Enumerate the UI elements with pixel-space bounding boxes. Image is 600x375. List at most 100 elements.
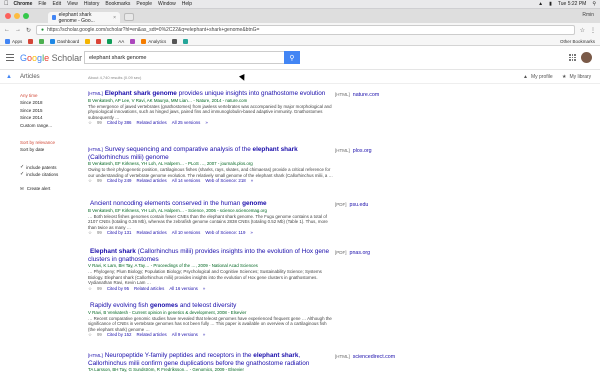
cite-quote-icon[interactable]: 99 [97, 230, 102, 236]
menu-file[interactable]: File [38, 1, 46, 7]
more-icon[interactable]: » [205, 120, 207, 126]
filter-any-time[interactable]: Any time [20, 92, 80, 99]
result-title[interactable]: Ancient noncoding elements conserved in … [88, 200, 333, 208]
cited-by-link[interactable]: Cited by 95 [107, 286, 129, 292]
side-link[interactable]: [PDF] psu.edu [335, 202, 368, 208]
apple-icon[interactable]:  [4, 1, 9, 7]
all-versions-link[interactable]: All 9 versions [172, 332, 198, 338]
cited-by-link[interactable]: Cited by 386 [107, 120, 132, 126]
cited-by-link[interactable]: Cited by 131 [107, 230, 132, 236]
bookmark-item[interactable] [85, 38, 91, 44]
other-bookmarks[interactable]: Other Bookmarks [560, 39, 595, 44]
spotlight-icon[interactable]: ⚲ [592, 1, 596, 7]
menu-window[interactable]: Window [158, 1, 176, 7]
zoom-window-icon[interactable] [23, 13, 29, 19]
menu-bookmarks[interactable]: Bookmarks [105, 1, 130, 7]
result-title[interactable]: [HTML] Survey sequencing and comparative … [88, 146, 333, 161]
filter-custom-range[interactable]: Custom range... [20, 122, 80, 129]
search-button[interactable]: ⚲ [284, 51, 300, 64]
filter-since-2014[interactable]: Since 2014 [20, 114, 80, 121]
address-bar[interactable]: ● https://scholar.google.com/scholar?hl=… [36, 25, 575, 35]
menu-history[interactable]: History [84, 1, 100, 7]
filter-since-2015[interactable]: Since 2015 [20, 107, 80, 114]
sort-relevance[interactable]: Sort by relevance [20, 139, 80, 146]
bookmark-apps[interactable]: Apps [5, 38, 22, 44]
browser-tab[interactable]: elephant shark genome - Goo... × [48, 12, 120, 24]
cited-by-link[interactable]: Cited by 152 [107, 332, 132, 338]
all-versions-link[interactable]: All 25 versions [172, 120, 201, 126]
cite-quote-icon[interactable]: 99 [97, 332, 102, 338]
menu-dots-icon[interactable]: ⋮ [590, 27, 596, 34]
save-star-icon[interactable]: ☆ [88, 178, 92, 184]
save-star-icon[interactable]: ☆ [88, 230, 92, 236]
cite-quote-icon[interactable]: 99 [97, 286, 102, 292]
web-of-science-link[interactable]: Web of Science: 119 [205, 230, 245, 236]
menu-people[interactable]: People [136, 1, 152, 7]
reload-icon[interactable]: ↻ [26, 27, 31, 34]
new-tab-button[interactable] [124, 13, 134, 21]
bookmark-item[interactable] [28, 38, 34, 44]
include-citations-checkbox[interactable]: ✓ include citations [20, 171, 80, 178]
forward-icon[interactable]: → [15, 27, 21, 33]
close-window-icon[interactable] [5, 13, 11, 19]
result-title[interactable]: Elephant shark (Callorhinchus milii) pro… [88, 248, 333, 263]
bookmark-item[interactable] [39, 38, 45, 44]
my-profile-link[interactable]: ▲ My profile [523, 74, 553, 80]
bookmark-item[interactable] [107, 38, 113, 44]
hamburger-menu-icon[interactable] [6, 54, 14, 61]
web-of-science-link[interactable]: Web of Science: 218 [205, 178, 245, 184]
all-versions-link[interactable]: All 10 versions [172, 230, 201, 236]
bookmark-item[interactable] [96, 38, 102, 44]
more-icon[interactable]: » [251, 178, 253, 184]
side-link[interactable]: [HTML] nature.com [335, 92, 379, 98]
apps-grid-icon[interactable] [569, 54, 576, 61]
bookmark-analytics[interactable]: Analytics [141, 38, 166, 44]
save-star-icon[interactable]: ☆ [88, 332, 92, 338]
cite-quote-icon[interactable]: 99 [97, 120, 102, 126]
menu-view[interactable]: View [67, 1, 78, 7]
back-icon[interactable]: ← [4, 27, 10, 33]
avatar[interactable] [581, 52, 592, 63]
side-link[interactable]: [HTML] plos.org [335, 148, 372, 154]
wifi-icon[interactable]: ▲ [538, 1, 543, 7]
google-scholar-logo[interactable]: Google Scholar [20, 53, 82, 63]
related-articles-link[interactable]: Related articles [136, 332, 166, 338]
cite-quote-icon[interactable]: 99 [97, 178, 102, 184]
result-title[interactable]: Rapidly evolving fish genomes and teleos… [88, 302, 333, 310]
menubar-clock[interactable]: Tue 5:22 PM [558, 1, 586, 7]
save-star-icon[interactable]: ☆ [88, 286, 92, 292]
create-alert-link[interactable]: ✉ Create alert [20, 185, 80, 192]
related-articles-link[interactable]: Related articles [136, 120, 166, 126]
result-title[interactable]: [HTML] Neuropeptide Y-family peptides and… [88, 352, 333, 367]
search-input[interactable]: elephant shark genome [84, 51, 284, 64]
sort-date[interactable]: Sort by date [20, 146, 80, 153]
save-star-icon[interactable]: ☆ [88, 120, 92, 126]
include-patents-checkbox[interactable]: ✓ include patents [20, 164, 80, 171]
menu-app-name[interactable]: Chrome [14, 1, 33, 7]
profile-name[interactable]: Rmin [582, 12, 594, 18]
bookmark-dashboard[interactable]: Dashboard [50, 38, 79, 44]
minimize-window-icon[interactable] [14, 13, 20, 19]
related-articles-link[interactable]: Related articles [134, 286, 164, 292]
bookmark-item[interactable] [183, 38, 189, 44]
cited-by-link[interactable]: Cited by 249 [107, 178, 132, 184]
more-icon[interactable]: » [203, 286, 205, 292]
menu-edit[interactable]: Edit [52, 1, 61, 7]
filter-since-2018[interactable]: Since 2018 [20, 99, 80, 106]
bookmark-item[interactable] [172, 38, 178, 44]
side-link[interactable]: [HTML] sciencedirect.com [335, 354, 395, 360]
menu-help[interactable]: Help [182, 1, 192, 7]
tab-close-icon[interactable]: × [113, 15, 116, 21]
bookmark-item[interactable] [130, 38, 136, 44]
bookmark-aa[interactable]: AA [118, 39, 124, 44]
bookmark-star-icon[interactable]: ☆ [580, 27, 585, 34]
my-library-link[interactable]: ★ My library [562, 74, 591, 80]
articles-tab[interactable]: Articles [20, 74, 40, 80]
battery-icon[interactable]: ▮ [549, 1, 552, 7]
related-articles-link[interactable]: Related articles [136, 230, 166, 236]
more-icon[interactable]: » [250, 230, 252, 236]
more-icon[interactable]: » [203, 332, 205, 338]
result-title[interactable]: [HTML] Elephant shark genome provides uni… [88, 90, 333, 98]
side-link[interactable]: [PDF] pnas.org [335, 250, 370, 256]
all-versions-link[interactable]: All 14 versions [172, 178, 201, 184]
